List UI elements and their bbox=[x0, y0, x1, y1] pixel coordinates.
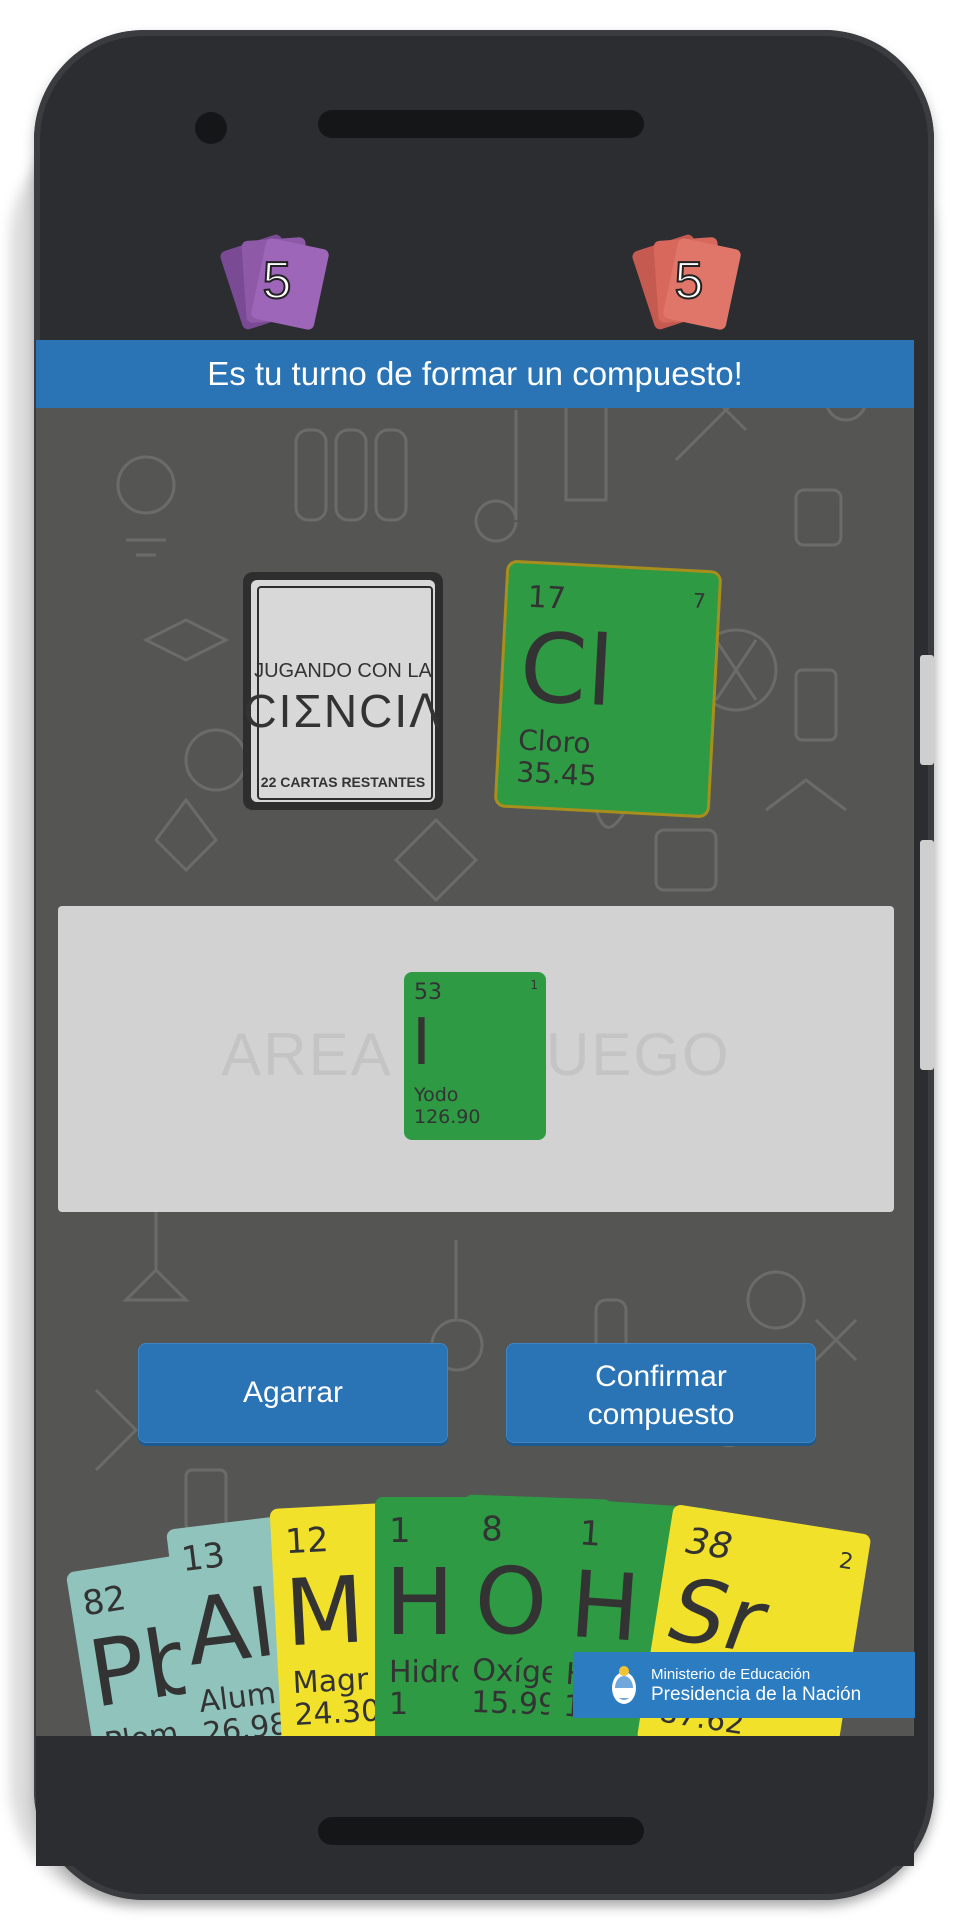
element-name: Yodo bbox=[414, 1084, 459, 1106]
discard-pile-card[interactable]: 17 7 Cl Cloro 35.45 bbox=[496, 562, 720, 816]
opponent-card-count: 5 bbox=[674, 251, 705, 311]
deck-title-line1: JUGANDO CON LA bbox=[254, 660, 432, 682]
element-mass: 35.45 bbox=[515, 755, 598, 793]
element-symbol: Cl bbox=[517, 611, 617, 729]
ministry-label: Ministerio de Educación bbox=[651, 1666, 811, 1683]
player-card-count: 5 bbox=[262, 251, 293, 311]
hand-card-sr[interactable]: 38 2 Sr 87.62 bbox=[636, 1503, 872, 1773]
element-valence: 7 bbox=[692, 588, 707, 613]
grab-button-label: Agarrar bbox=[242, 1376, 344, 1409]
presidency-label: Presidencia de la Nación bbox=[651, 1684, 862, 1705]
volume-button bbox=[920, 655, 934, 765]
phone-chin bbox=[36, 1736, 914, 1866]
opponent-deck-counter: 5 bbox=[630, 233, 744, 345]
camera-icon bbox=[195, 112, 227, 144]
turn-status-banner: Es tu turno de formar un compuesto! bbox=[36, 340, 914, 408]
element-symbol: I bbox=[412, 1006, 431, 1080]
grab-button[interactable]: Agarrar bbox=[138, 1343, 448, 1443]
power-button bbox=[920, 840, 934, 1070]
confirm-compound-button[interactable]: Confirmar compuesto bbox=[506, 1343, 816, 1443]
home-indicator bbox=[318, 1817, 644, 1845]
element-mass: 126.90 bbox=[414, 1106, 481, 1128]
confirm-label-line2: compuesto bbox=[587, 1398, 735, 1431]
played-card[interactable]: 53 1 I Yodo 126.90 bbox=[404, 972, 546, 1140]
deck-title-line2: CIΣNCIᐱ bbox=[243, 685, 443, 737]
element-number: 53 bbox=[414, 980, 442, 1005]
confirm-label-line1: Confirmar bbox=[595, 1360, 727, 1393]
government-banner: Ministerio de Educación Presidencia de l… bbox=[573, 1652, 915, 1718]
cards-remaining: 22 CARTAS RESTANTES bbox=[260, 774, 426, 790]
speaker-grille bbox=[318, 110, 644, 138]
play-area[interactable]: AREA DE JUEGO 53 1 I Yodo 126.90 bbox=[58, 906, 894, 1212]
element-name: Cloro bbox=[517, 723, 592, 761]
draw-pile[interactable]: JUGANDO CON LA CIΣNCIᐱ 22 CARTAS RESTANT… bbox=[243, 572, 443, 810]
element-valence: 1 bbox=[530, 978, 538, 992]
coat-of-arms-icon bbox=[612, 1666, 636, 1704]
player-deck-counter: 5 bbox=[218, 233, 332, 345]
